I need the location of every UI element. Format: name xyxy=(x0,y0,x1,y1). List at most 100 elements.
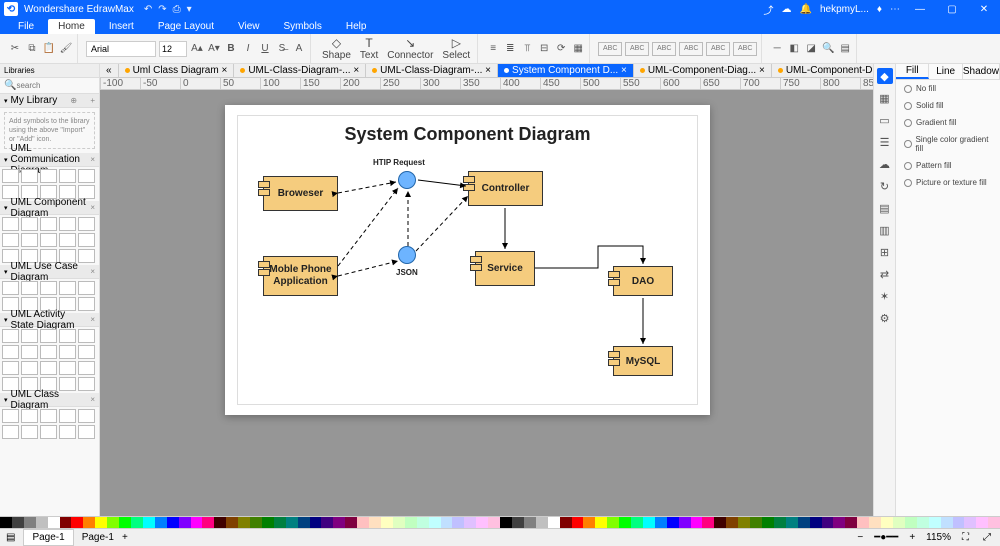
color-swatch[interactable] xyxy=(429,517,441,528)
fill-option[interactable]: Picture or texture fill xyxy=(896,174,1000,191)
color-swatch[interactable] xyxy=(488,517,500,528)
color-swatch[interactable] xyxy=(869,517,881,528)
shape-stencil[interactable] xyxy=(59,361,76,375)
color-swatch[interactable] xyxy=(155,517,167,528)
color-swatch[interactable] xyxy=(119,517,131,528)
fill-tool-icon[interactable]: ◆ xyxy=(877,68,893,84)
color-swatch[interactable] xyxy=(500,517,512,528)
shape-stencil[interactable] xyxy=(2,217,19,231)
component-controller[interactable]: Controller xyxy=(468,171,543,206)
group-icon[interactable]: ▦ xyxy=(571,42,585,56)
color-swatch[interactable] xyxy=(405,517,417,528)
color-swatch[interactable] xyxy=(441,517,453,528)
color-swatch[interactable] xyxy=(822,517,834,528)
shape-stencil[interactable] xyxy=(2,361,19,375)
color-swatch[interactable] xyxy=(464,517,476,528)
color-swatch[interactable] xyxy=(667,517,679,528)
add-page-icon[interactable]: + xyxy=(122,532,128,543)
color-swatch[interactable] xyxy=(333,517,345,528)
align-left-icon[interactable]: ≡ xyxy=(486,42,500,56)
color-swatch[interactable] xyxy=(381,517,393,528)
color-swatch[interactable] xyxy=(60,517,72,528)
color-swatch[interactable] xyxy=(953,517,965,528)
shape-stencil[interactable] xyxy=(2,329,19,343)
color-swatch[interactable] xyxy=(274,517,286,528)
doc-tab-1[interactable]: UML-Class-Diagram-... × xyxy=(234,64,366,77)
shape-stencil[interactable] xyxy=(78,169,95,183)
font-select[interactable] xyxy=(86,41,156,57)
maximize-button[interactable]: ▢ xyxy=(940,4,964,15)
text-tool[interactable]: TText xyxy=(357,36,381,61)
shape-stencil[interactable] xyxy=(78,361,95,375)
color-swatch[interactable] xyxy=(774,517,786,528)
lib-section-3[interactable]: ▾UML Activity State Diagram× xyxy=(0,313,99,327)
doc-tab-4[interactable]: UML-Component-Diag... × xyxy=(634,64,772,77)
grid-icon[interactable]: ▦ xyxy=(877,90,893,106)
color-swatch[interactable] xyxy=(691,517,703,528)
link-icon[interactable]: ⇄ xyxy=(877,266,893,282)
shape-stencil[interactable] xyxy=(2,345,19,359)
diamond-icon[interactable]: ♦ xyxy=(877,4,882,15)
color-swatch[interactable] xyxy=(131,517,143,528)
component-dao[interactable]: DAO xyxy=(613,266,673,296)
shape-stencil[interactable] xyxy=(21,233,38,247)
doc-tab-3[interactable]: System Component D... × xyxy=(498,64,634,77)
fill-option[interactable]: Single color gradient fill xyxy=(896,131,1000,157)
prop-tab-shadow[interactable]: Shadow xyxy=(963,64,1000,79)
color-swatch[interactable] xyxy=(262,517,274,528)
menu-symbols[interactable]: Symbols xyxy=(274,19,332,34)
qat-more-icon[interactable]: ▾ xyxy=(187,4,192,15)
shape-stencil[interactable] xyxy=(2,233,19,247)
color-swatch[interactable] xyxy=(810,517,822,528)
prop-tab-fill[interactable]: Fill xyxy=(896,64,929,79)
shape-stencil[interactable] xyxy=(59,329,76,343)
menu-help[interactable]: Help xyxy=(336,19,377,34)
color-swatch[interactable] xyxy=(917,517,929,528)
lib-section-2[interactable]: ▾UML Use Case Diagram× xyxy=(0,265,99,279)
canvas[interactable]: System Component Diagram Broweser Moble … xyxy=(100,90,873,516)
menu-home[interactable]: Home xyxy=(48,19,95,34)
shape-stencil[interactable] xyxy=(59,425,76,439)
pages-icon[interactable]: ▤ xyxy=(6,532,15,543)
cut-icon[interactable]: ✂ xyxy=(8,42,22,56)
color-swatch[interactable] xyxy=(345,517,357,528)
shape-stencil[interactable] xyxy=(59,217,76,231)
color-swatch[interactable] xyxy=(298,517,310,528)
color-swatch[interactable] xyxy=(798,517,810,528)
style-preset-1[interactable]: ABC xyxy=(598,42,622,56)
mylib-add-icon[interactable]: ⊕ xyxy=(70,96,77,105)
minimize-button[interactable]: — xyxy=(908,4,932,15)
shape-stencil[interactable] xyxy=(21,217,38,231)
shape-stencil[interactable] xyxy=(21,329,38,343)
undo-icon[interactable]: ↶ xyxy=(144,4,152,15)
fit-page-icon[interactable]: ⛶ xyxy=(959,532,972,543)
shape-stencil[interactable] xyxy=(2,169,19,183)
color-swatch[interactable] xyxy=(191,517,203,528)
shape-stencil[interactable] xyxy=(78,217,95,231)
lib-section-1[interactable]: ▾UML Component Diagram× xyxy=(0,201,99,215)
color-swatch[interactable] xyxy=(905,517,917,528)
color-swatch[interactable] xyxy=(702,517,714,528)
user-label[interactable]: hekpmyL... xyxy=(820,4,869,15)
color-swatch[interactable] xyxy=(786,517,798,528)
color-swatch[interactable] xyxy=(417,517,429,528)
color-swatch[interactable] xyxy=(893,517,905,528)
cloud-tool-icon[interactable]: ☁ xyxy=(877,156,893,172)
color-swatch[interactable] xyxy=(214,517,226,528)
color-swatch[interactable] xyxy=(941,517,953,528)
redo-icon[interactable]: ↷ xyxy=(158,4,166,15)
shape-tool[interactable]: ◇Shape xyxy=(319,36,354,61)
color-swatch[interactable] xyxy=(619,517,631,528)
decrease-font-icon[interactable]: A▾ xyxy=(207,42,221,56)
color-swatch[interactable] xyxy=(202,517,214,528)
shape-stencil[interactable] xyxy=(21,361,38,375)
zoom-in-icon[interactable]: + xyxy=(906,532,918,543)
align-top-icon[interactable]: ⫪ xyxy=(520,42,534,56)
layer-icon[interactable]: ☰ xyxy=(877,134,893,150)
shape-stencil[interactable] xyxy=(59,169,76,183)
shape-stencil[interactable] xyxy=(40,409,57,423)
color-swatch[interactable] xyxy=(881,517,893,528)
prop-tab-line[interactable]: Line xyxy=(929,64,962,79)
shape-stencil[interactable] xyxy=(2,281,19,295)
shape-stencil[interactable] xyxy=(78,233,95,247)
